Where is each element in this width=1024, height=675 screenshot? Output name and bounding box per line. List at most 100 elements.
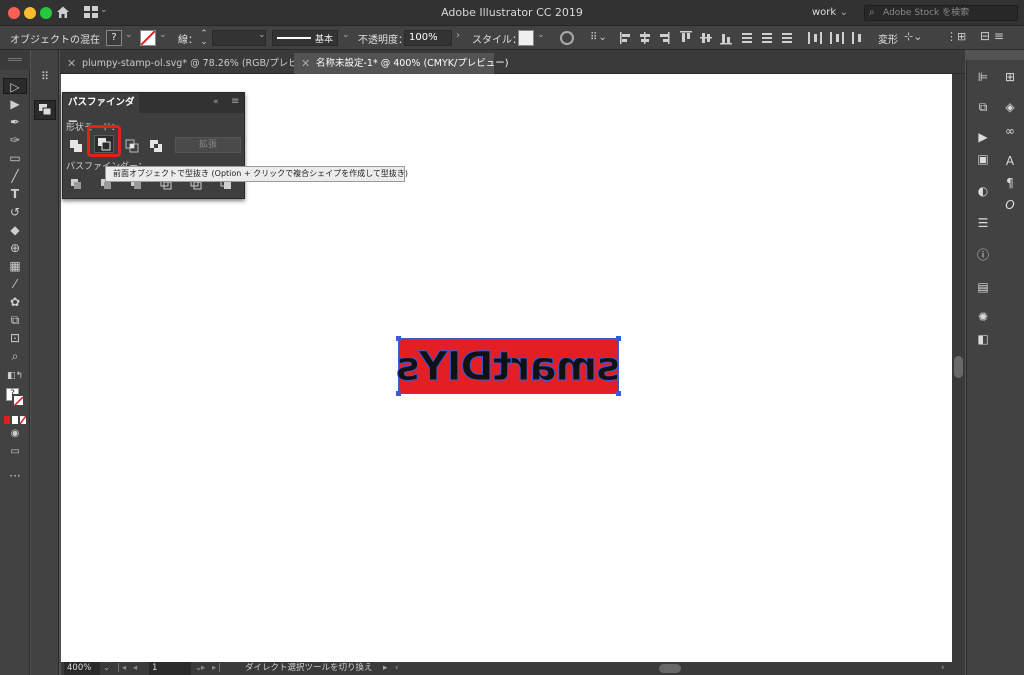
selection-handle[interactable] [396, 336, 401, 341]
blend-tool-icon[interactable]: ⧉ [3, 312, 27, 328]
vertical-scrollbar[interactable] [952, 74, 965, 662]
toolbar-grip[interactable] [0, 50, 30, 70]
gradient-panel-icon[interactable]: ◧ [972, 330, 994, 348]
scroll-left-icon[interactable]: ‹ [395, 662, 398, 675]
zoom-field[interactable]: 400% [64, 662, 100, 675]
symbol-sprayer-tool-icon[interactable]: ✿ [3, 294, 27, 310]
fill-swatch[interactable]: ? [106, 30, 122, 46]
chevron-down-icon[interactable]: ⌄ [125, 30, 133, 40]
recolor-artwork-icon[interactable] [560, 31, 574, 45]
artboard-next-icon[interactable]: ▸ ▸| [201, 662, 223, 675]
color-mode-icons[interactable] [4, 414, 27, 425]
properties-panel-icon[interactable]: ☰ [972, 214, 994, 232]
selection-tool-icon[interactable]: ▷ [3, 78, 27, 94]
appearance-panel-icon[interactable]: ◐ [972, 182, 994, 200]
chevron-down-icon[interactable]: ⌄ [342, 30, 350, 40]
links-panel-icon[interactable]: ∞ [999, 122, 1021, 140]
stroke-color-icon[interactable] [12, 394, 25, 407]
zoom-tool-icon[interactable]: ⌕ [3, 348, 27, 364]
rectangle-tool-icon[interactable]: ▭ [3, 150, 27, 166]
transform-panel-icon[interactable]: ⧉ [972, 98, 994, 116]
distribute-buttons[interactable] [806, 31, 866, 45]
artboard-number-field[interactable]: 1 [149, 662, 191, 675]
layers-panel-icon[interactable]: ◈ [999, 98, 1021, 116]
close-window-button[interactable] [8, 7, 20, 19]
character-panel-icon[interactable]: A [999, 152, 1021, 170]
minimize-window-button[interactable] [24, 7, 36, 19]
selection-handle[interactable] [616, 391, 621, 396]
collapsed-panel-dock: ⠿ [31, 50, 59, 675]
align-panel-icon[interactable]: ⊫ [972, 68, 994, 86]
eyedropper-tool-icon[interactable]: ⁄ [3, 276, 27, 292]
arrange-documents-icon[interactable] [84, 6, 98, 18]
isolate-icon[interactable]: ⋮⊞ [946, 30, 966, 43]
rotate-tool-icon[interactable]: ↺ [3, 204, 27, 220]
scroll-right-icon[interactable]: › [941, 662, 944, 675]
graphic-styles-icon[interactable]: ▤ [972, 278, 994, 296]
grid-panel-icon[interactable]: ⠿ [37, 70, 53, 86]
color-panel-icon[interactable]: ✺ [972, 308, 994, 326]
type-tool-icon[interactable]: T [3, 186, 27, 202]
workspace-switcher[interactable]: work ⌄ [806, 4, 854, 22]
close-tab-icon[interactable]: ✕ [67, 53, 76, 74]
gradient-tool-icon[interactable]: ▦ [3, 258, 27, 274]
draw-mode-icon[interactable]: ◉ [3, 426, 27, 442]
graphic-style-swatch[interactable] [518, 30, 534, 46]
pen-tool-icon[interactable]: ✒ [3, 114, 27, 130]
tab-plumpy-stamp[interactable]: ✕ plumpy-stamp-ol.svg* @ 78.26% (RGB/プレビ… [60, 53, 320, 74]
home-icon[interactable] [56, 5, 70, 19]
status-menu-icon[interactable]: ▸ [383, 662, 387, 675]
paintbrush-tool-icon[interactable]: ╱ [3, 168, 27, 184]
play-action-icon[interactable]: ▶ [972, 128, 994, 146]
document-info-icon[interactable]: ▣ [972, 150, 994, 168]
shape-builder-tool-icon[interactable]: ⊕ [3, 240, 27, 256]
swap-colors-icon[interactable]: ◧↰ [3, 368, 27, 384]
stroke-swatch[interactable] [140, 30, 156, 46]
chevron-right-icon[interactable]: › [456, 30, 460, 41]
opacity-field[interactable]: 100% [404, 30, 452, 46]
search-input[interactable]: Adobe Stock を検索 [883, 6, 969, 20]
intersect-icon[interactable] [125, 139, 139, 153]
screen-mode-icon[interactable]: ▭ [3, 444, 27, 460]
chevron-down-icon[interactable]: ⌄ [159, 30, 167, 40]
selection-handle[interactable] [396, 391, 401, 396]
close-tab-icon[interactable]: ✕ [301, 53, 310, 74]
transform-label[interactable]: 変形 [878, 31, 898, 46]
panel-menu-icon[interactable]: ⊟ ≡ [980, 29, 1004, 43]
stroke-profile-select[interactable]: 基本 [272, 30, 338, 46]
pathfinder-panel-icon[interactable] [34, 100, 56, 120]
horizontal-scroll-thumb[interactable] [659, 664, 681, 673]
eraser-tool-icon[interactable]: ◆ [3, 222, 27, 238]
unite-icon[interactable] [69, 139, 83, 153]
exclude-icon[interactable] [149, 139, 163, 153]
selection-handle[interactable] [616, 336, 621, 341]
panel-menu-icon[interactable]: ≡ [231, 96, 239, 107]
adobe-stock-search[interactable]: ⌕ Adobe Stock を検索 [864, 5, 1018, 21]
paragraph-panel-icon[interactable]: ¶ [999, 174, 1021, 192]
more-tools-icon[interactable]: ··· [3, 468, 27, 484]
align-to-icon[interactable]: ⠿⌄ [590, 32, 608, 43]
transform-options-icon[interactable]: ⊹⌄ [904, 30, 922, 43]
libraries-panel-icon[interactable]: ⊞ [999, 68, 1021, 86]
align-buttons[interactable] [620, 31, 800, 45]
stamp-artwork[interactable]: smartDIYs [396, 338, 621, 394]
chevron-down-icon[interactable]: ⌄ [100, 5, 108, 15]
tab-untitled-1[interactable]: ✕ 名称未設定-1* @ 400% (CMYK/プレビュー) [294, 53, 508, 74]
scroll-thumb[interactable] [954, 356, 963, 378]
pathfinder-tab[interactable]: パスファインダー [63, 93, 139, 128]
curvature-tool-icon[interactable]: ✑ [3, 132, 27, 148]
zoom-window-button[interactable] [40, 7, 52, 19]
collapse-panel-icon[interactable]: « [213, 97, 219, 107]
chevron-down-icon[interactable]: ⌄ [258, 30, 266, 40]
expand-button[interactable]: 拡張 [175, 137, 241, 153]
stroke-weight-stepper[interactable]: ⌃ ⌄ [198, 30, 210, 47]
artboard-prev-icon[interactable]: |◂ ◂ [117, 662, 139, 675]
info-panel-icon[interactable]: ⓘ [972, 246, 994, 264]
chevron-down-icon[interactable]: ⌄ [537, 30, 545, 40]
direct-selection-tool-icon[interactable]: ▶ [3, 96, 27, 112]
chevron-down-icon[interactable]: ⌄ [103, 662, 110, 675]
minus-front-button[interactable] [94, 135, 114, 153]
opentype-panel-icon[interactable]: O [999, 196, 1021, 214]
artboard-tool-icon[interactable]: ⊡ [3, 330, 27, 346]
pathfinder-panel-header[interactable]: パスファインダー « ≡ [63, 93, 244, 128]
